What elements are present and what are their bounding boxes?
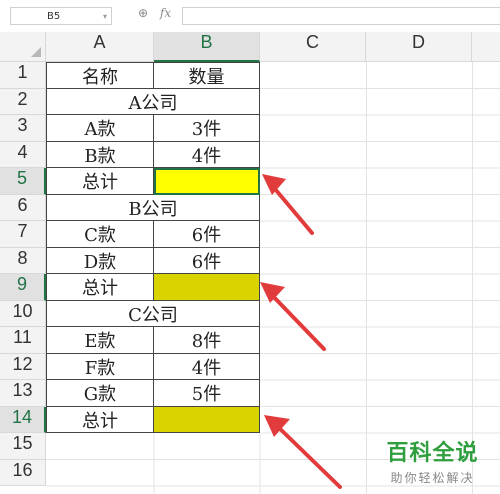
gridlines <box>46 62 500 494</box>
watermark-logo: 百科全说 助你轻松解决 <box>370 435 495 490</box>
watermark-title: 百科全说 <box>386 441 479 466</box>
formula-bar: B5 ▾ ⊕ fx <box>0 0 500 33</box>
formula-input[interactable] <box>182 7 500 25</box>
zoom-icon[interactable]: ⊕ <box>138 6 148 20</box>
name-box[interactable]: B5 ▾ <box>10 7 112 25</box>
arrow-icon <box>262 174 314 235</box>
arrow-icon <box>264 415 342 489</box>
chevron-down-icon[interactable]: ▾ <box>103 8 107 26</box>
spreadsheet-grid: A B C D 1 2 3 4 5 6 7 8 9 10 11 12 13 14… <box>0 32 500 494</box>
watermark-subtitle: 助你轻松解决 <box>390 471 475 485</box>
name-box-value: B5 <box>47 11 61 22</box>
fx-icon[interactable]: fx <box>160 6 171 20</box>
arrow-icon <box>260 282 326 351</box>
